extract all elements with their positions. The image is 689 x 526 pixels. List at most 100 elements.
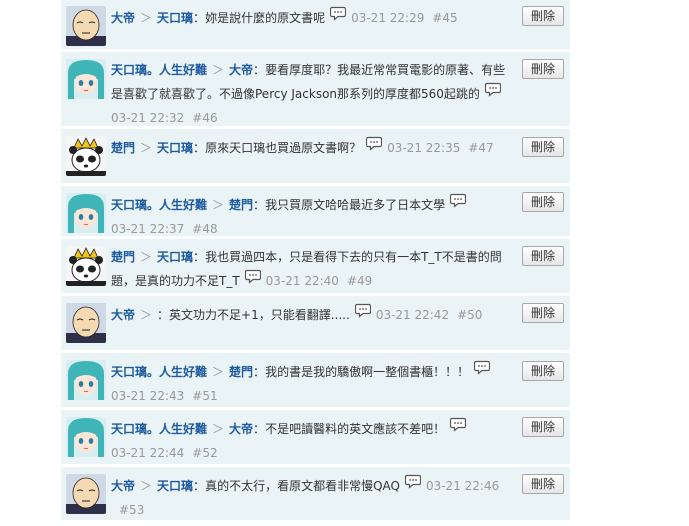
reply-arrow: ＞ <box>140 308 153 322</box>
avatar[interactable] <box>66 246 106 286</box>
colon-separator: ： <box>193 250 206 264</box>
comment-row: 楚門 ＞ 天口璃：原來天口璃也買過原文書啊？ 03-21 22:35 #47 刪除 <box>61 129 570 183</box>
comment-content: 天口璃。人生好難＞大帝：要看厚度耶？我最近常常買電影的原著、有些是喜歡了就喜歡了… <box>111 59 510 130</box>
reply-bubble-icon[interactable] <box>244 269 261 292</box>
reply-bubble-icon[interactable] <box>449 417 467 440</box>
comment-timestamp: 03-21 22:29 <box>351 11 425 25</box>
comment-author[interactable]: 大帝 <box>111 11 135 25</box>
delete-button[interactable]: 刪除 <box>522 59 564 79</box>
reply-arrow: ＞ <box>140 479 153 493</box>
reply-bubble-icon[interactable] <box>329 6 347 29</box>
colon-separator: ： <box>157 308 170 322</box>
colon-separator: ： <box>253 422 266 436</box>
reply-bubble-icon[interactable] <box>354 303 371 326</box>
comment-timestamp: 03-21 22:44 <box>111 446 185 460</box>
avatar[interactable] <box>66 59 106 99</box>
comment-author[interactable]: 天口璃。人生好難 <box>111 422 207 436</box>
reply-arrow: ＞ <box>212 365 225 379</box>
comment-timestamp: 03-21 22:43 <box>111 389 185 403</box>
comment-number: #51 <box>192 389 218 403</box>
comment-timestamp: 03-21 22:46 <box>425 479 500 493</box>
comment-number: #49 <box>346 274 373 288</box>
comment-author[interactable]: 天口璃。人生好難 <box>111 63 207 77</box>
avatar[interactable] <box>66 417 106 457</box>
colon-separator: ： <box>193 141 206 155</box>
delete-button[interactable]: 刪除 <box>522 246 564 266</box>
comment-number: #52 <box>192 446 218 460</box>
comment-row: 大帝 ＞ 天口璃：妳是說什麼的原文書呢 03-21 22:29 #45 刪除 <box>61 0 570 49</box>
avatar[interactable] <box>66 303 106 343</box>
colon-separator: ： <box>193 479 206 493</box>
comment-author[interactable]: 天口璃。人生好難 <box>111 198 207 212</box>
reply-bubble-icon[interactable] <box>404 474 422 497</box>
colon-separator: ： <box>253 365 266 379</box>
reply-arrow: ＞ <box>140 141 153 155</box>
reply-to-user[interactable]: 大帝 <box>229 422 253 436</box>
delete-button[interactable]: 刪除 <box>522 137 564 157</box>
reply-arrow: ＞ <box>212 422 225 436</box>
comment-author[interactable]: 楚門 <box>111 141 135 155</box>
avatar[interactable] <box>66 360 106 400</box>
colon-separator: ： <box>253 198 266 212</box>
delete-button[interactable]: 刪除 <box>522 417 564 437</box>
comment-row: 天口璃。人生好難 ＞ 大帝：不是吧讀醫料的英文應該不差吧！ 03-21 22:44 #5… <box>61 410 570 464</box>
comment-text: 英文功力不足+1，只能看翻譯..... <box>169 308 350 322</box>
reply-to-user[interactable]: 楚門 <box>229 365 253 379</box>
comment-row: 天口璃。人生好難 ＞ 楚門：我的書是我的驕傲啊一整個書櫃！！！ 03-21 22:43… <box>61 353 570 407</box>
comment-author[interactable]: 楚門 <box>111 250 135 264</box>
comment-content: 大帝 ＞ 天口璃：妳是說什麼的原文書呢 03-21 22:29 #45 <box>111 6 510 31</box>
comment-number: #47 <box>468 141 494 155</box>
comment-timestamp: 03-21 22:42 <box>375 308 450 322</box>
comment-row: 楚門＞天口璃：我也買過四本，只是看得下去的只有一本T_T不是書的問題，是真的功力… <box>61 239 570 293</box>
reply-to-user[interactable]: 天口璃 <box>157 250 193 264</box>
comment-author[interactable]: 天口璃。人生好難 <box>111 365 207 379</box>
comment-text: 我只買原文哈哈最近多了日本文學 <box>265 198 446 212</box>
reply-arrow: ＞ <box>212 63 225 77</box>
comment-author[interactable]: 大帝 <box>111 479 135 493</box>
comment-number: #45 <box>432 11 458 25</box>
comment-row: 天口璃。人生好難＞大帝：要看厚度耶？我最近常常買電影的原著、有些是喜歡了就喜歡了… <box>61 52 570 126</box>
delete-button[interactable]: 刪除 <box>522 192 564 212</box>
delete-button[interactable]: 刪除 <box>522 361 564 381</box>
avatar[interactable] <box>66 474 106 514</box>
comment-row: 天口璃。人生好難 ＞ 楚門：我只買原文哈哈最近多了日本文學 03-21 22:37 #4… <box>61 186 570 236</box>
reply-bubble-icon[interactable] <box>473 360 491 383</box>
reply-to-user[interactable]: 大帝 <box>229 63 253 77</box>
comment-content: 大帝 ＞ ：英文功力不足+1，只能看翻譯..... 03-21 22:42 #50 <box>111 303 510 328</box>
comment-content: 楚門 ＞ 天口璃：原來天口璃也買過原文書啊？ 03-21 22:35 #47 <box>111 136 510 161</box>
reply-arrow: ＞ <box>140 250 153 264</box>
delete-button[interactable]: 刪除 <box>522 303 564 323</box>
colon-separator: ： <box>193 11 206 25</box>
reply-to-user[interactable]: 天口璃 <box>157 141 193 155</box>
avatar[interactable] <box>66 193 106 233</box>
comment-number: #48 <box>192 222 218 236</box>
avatar[interactable] <box>66 6 106 46</box>
comment-text: 原來天口璃也買過原文書啊？ <box>205 141 362 155</box>
reply-bubble-icon[interactable] <box>365 136 383 159</box>
comment-row: 大帝 ＞ ：英文功力不足+1，只能看翻譯..... 03-21 22:42 #50 刪除 <box>61 296 570 350</box>
reply-to-user[interactable]: 天口璃 <box>157 479 193 493</box>
delete-button[interactable]: 刪除 <box>522 474 564 494</box>
comment-row: 大帝 ＞ 天口璃：真的不太行，看原文都看非常慢QAQ 03-21 22:46 #53 刪… <box>61 467 570 520</box>
comment-text: 妳是說什麼的原文書呢 <box>205 11 326 25</box>
reply-arrow: ＞ <box>212 198 225 212</box>
comment-content: 天口璃。人生好難 ＞ 楚門：我的書是我的驕傲啊一整個書櫃！！！ 03-21 22:43… <box>111 360 510 408</box>
comment-content: 天口璃。人生好難 ＞ 大帝：不是吧讀醫料的英文應該不差吧！ 03-21 22:44 #5… <box>111 417 510 465</box>
reply-bubble-icon[interactable] <box>449 193 467 216</box>
comment-content: 大帝 ＞ 天口璃：真的不太行，看原文都看非常慢QAQ 03-21 22:46 #53 <box>111 474 510 522</box>
comment-timestamp: 03-21 22:37 <box>111 222 185 236</box>
avatar[interactable] <box>66 136 106 176</box>
comment-number: #46 <box>192 111 218 125</box>
comment-timestamp: 03-21 22:35 <box>387 141 461 155</box>
comment-content: 楚門＞天口璃：我也買過四本，只是看得下去的只有一本T_T不是書的問題，是真的功力… <box>111 246 510 294</box>
comment-content: 天口璃。人生好難 ＞ 楚門：我只買原文哈哈最近多了日本文學 03-21 22:37 #4… <box>111 193 510 241</box>
reply-to-user[interactable]: 楚門 <box>229 198 253 212</box>
comment-text: 真的不太行，看原文都看非常慢QAQ <box>205 479 400 493</box>
comment-author[interactable]: 大帝 <box>111 308 135 322</box>
reply-to-user[interactable]: 天口璃 <box>157 11 193 25</box>
comment-timestamp: 03-21 22:40 <box>265 274 339 288</box>
reply-bubble-icon[interactable] <box>484 82 502 105</box>
comment-number: #53 <box>119 503 145 517</box>
colon-separator: ： <box>253 63 266 77</box>
delete-button[interactable]: 刪除 <box>522 6 564 26</box>
